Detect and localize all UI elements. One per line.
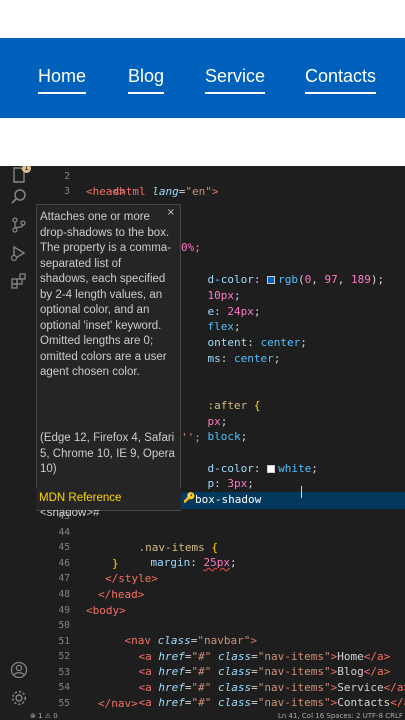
line-number: 3: [64, 186, 70, 197]
color-swatch[interactable]: [267, 276, 276, 284]
activity-bar: 1: [0, 166, 36, 712]
nav-link-home[interactable]: Home: [38, 65, 87, 94]
tooltip-description: Attaches one or more drop-shadows to the…: [40, 211, 172, 378]
line-number: 44: [58, 527, 70, 538]
code-line[interactable]: '';: [181, 430, 201, 445]
code-editor: 1 2 3 43 44 45 46 47 48 49 50 51 52 53 5…: [0, 166, 405, 720]
line-number: 2: [64, 171, 70, 182]
line-number: 53: [58, 667, 70, 678]
code-line[interactable]: <head>: [86, 184, 126, 199]
line-number: 51: [58, 636, 70, 647]
code-line[interactable]: </head>: [98, 587, 144, 602]
tooltip-compat: (Edge 12, Firefox 4, Safari 5, Chrome 10…: [40, 432, 175, 475]
search-icon[interactable]: [10, 188, 28, 206]
line-number: 46: [58, 558, 70, 569]
line-number: 45: [58, 542, 70, 553]
line-number: 52: [58, 651, 70, 662]
settings-gear-icon[interactable]: [10, 689, 28, 707]
line-number: 47: [58, 573, 70, 584]
line-number: 55: [58, 698, 70, 709]
wrench-icon: 🔑: [183, 493, 196, 504]
status-problems[interactable]: ⊗ 1 ⚠ 0: [30, 712, 58, 720]
nav-link-blog[interactable]: Blog: [128, 65, 165, 94]
line-number: 54: [58, 682, 70, 693]
extensions-icon[interactable]: [10, 272, 28, 290]
code-line[interactable]: </style>: [105, 571, 158, 586]
line-number: 49: [58, 605, 70, 616]
nav-link-service[interactable]: Service: [205, 65, 266, 94]
line-number: 48: [58, 589, 70, 600]
account-icon[interactable]: [10, 661, 28, 679]
color-swatch[interactable]: [267, 465, 276, 473]
line-number: 50: [58, 620, 70, 631]
preview-body: [0, 118, 405, 166]
nav-link-contacts[interactable]: Contacts: [305, 65, 377, 94]
source-control-icon[interactable]: [10, 216, 28, 234]
code-line[interactable]: ms: center;: [181, 336, 281, 381]
suggestion-item[interactable]: 🔑 box-shadow: [181, 492, 405, 509]
problems-badge: 1: [22, 166, 31, 173]
code-line[interactable]: </nav>: [98, 696, 138, 711]
preview-top-margin: [0, 0, 405, 38]
code-line[interactable]: }: [112, 556, 119, 571]
text-cursor: [301, 486, 302, 498]
status-right[interactable]: Ln 41, Col 16 Spaces: 2 UTF-8 CRLF { } H…: [278, 712, 405, 720]
status-bar: ⊗ 1 ⚠ 0 Ln 41, Col 16 Spaces: 2 UTF-8 CR…: [0, 712, 405, 720]
mdn-reference-link[interactable]: MDN Reference: [39, 492, 121, 504]
mdn-hover-tooltip: × Attaches one or more drop-shadows to t…: [36, 204, 181, 519]
run-debug-icon[interactable]: [10, 244, 28, 262]
files-icon[interactable]: 1: [10, 166, 31, 184]
code-line[interactable]: <body>: [86, 603, 126, 618]
code-line[interactable]: 0%;: [181, 240, 201, 255]
